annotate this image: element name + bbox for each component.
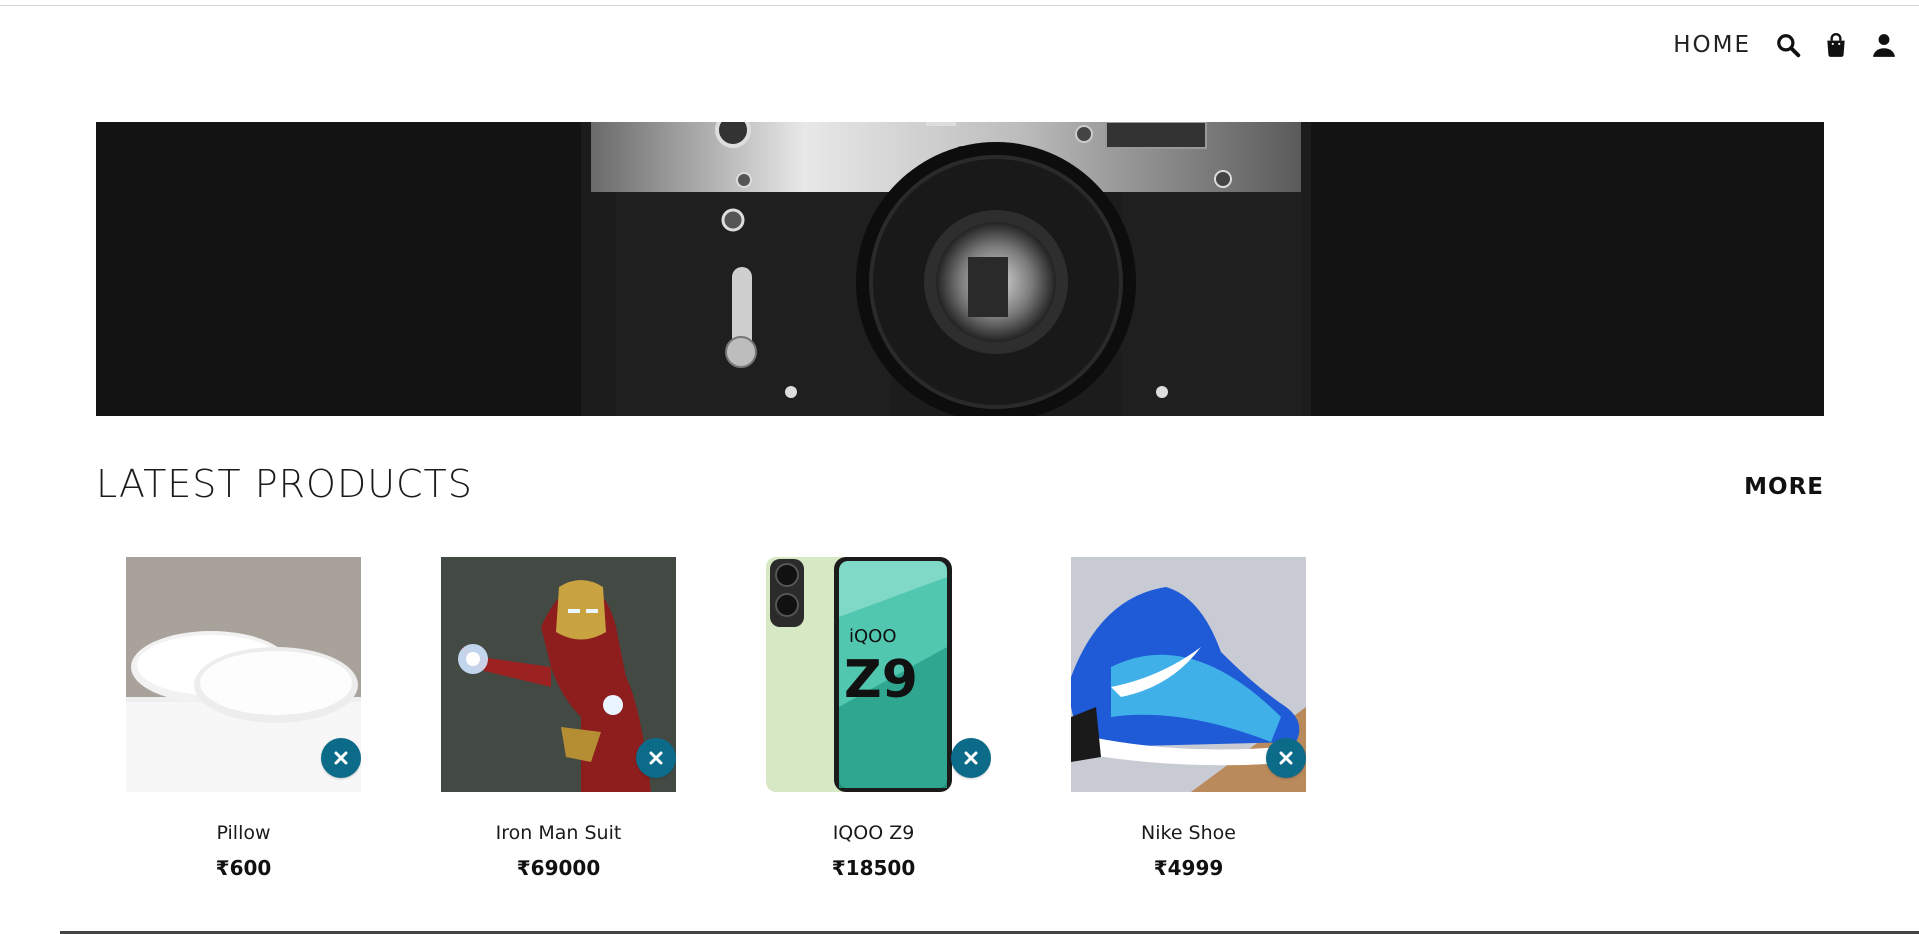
product-card-iron-man-suit[interactable]: Iron Man Suit ₹69000 (441, 557, 676, 880)
product-card-pillow[interactable]: Pillow ₹600 (126, 557, 361, 880)
more-link[interactable]: MORE (1744, 474, 1824, 500)
product-name: Pillow (216, 822, 271, 844)
product-card-nike-shoe[interactable]: Nike Shoe ₹4999 (1071, 557, 1306, 880)
product-image[interactable] (126, 557, 361, 792)
nav-home-link[interactable]: HOME (1673, 32, 1751, 58)
product-name: IQOO Z9 (832, 822, 915, 844)
shopping-bag-icon[interactable] (1823, 32, 1849, 58)
top-nav: HOME (1673, 24, 1897, 66)
product-price: ₹18500 (831, 856, 916, 880)
svg-text:iQOO: iQOO (849, 626, 897, 647)
product-price: ₹4999 (1153, 856, 1224, 880)
top-divider (0, 5, 1919, 6)
product-name: Nike Shoe (1141, 822, 1236, 844)
product-image[interactable]: iQOO Z9 (756, 557, 991, 792)
product-name: Iron Man Suit (495, 822, 622, 844)
product-grid: Pillow ₹600 Iron Man Suit ₹69000 iQOO Z9… (126, 557, 1306, 880)
product-card-iqoo-z9[interactable]: iQOO Z9 IQOO Z9 ₹18500 (756, 557, 991, 880)
hero-banner (96, 122, 1824, 416)
remove-button[interactable] (951, 738, 991, 778)
section-title: LATEST PRODUCTS (96, 462, 473, 506)
close-icon (334, 751, 348, 765)
close-icon (649, 751, 663, 765)
svg-text:Z9: Z9 (844, 650, 918, 710)
user-icon[interactable] (1871, 32, 1897, 58)
close-icon (1279, 751, 1293, 765)
close-icon (964, 751, 978, 765)
product-price: ₹69000 (516, 856, 601, 880)
remove-button[interactable] (1266, 738, 1306, 778)
remove-button[interactable] (636, 738, 676, 778)
search-icon[interactable] (1775, 32, 1801, 58)
camera-image (96, 122, 1824, 416)
product-image[interactable] (441, 557, 676, 792)
product-image[interactable] (1071, 557, 1306, 792)
product-price: ₹600 (215, 856, 272, 880)
remove-button[interactable] (321, 738, 361, 778)
